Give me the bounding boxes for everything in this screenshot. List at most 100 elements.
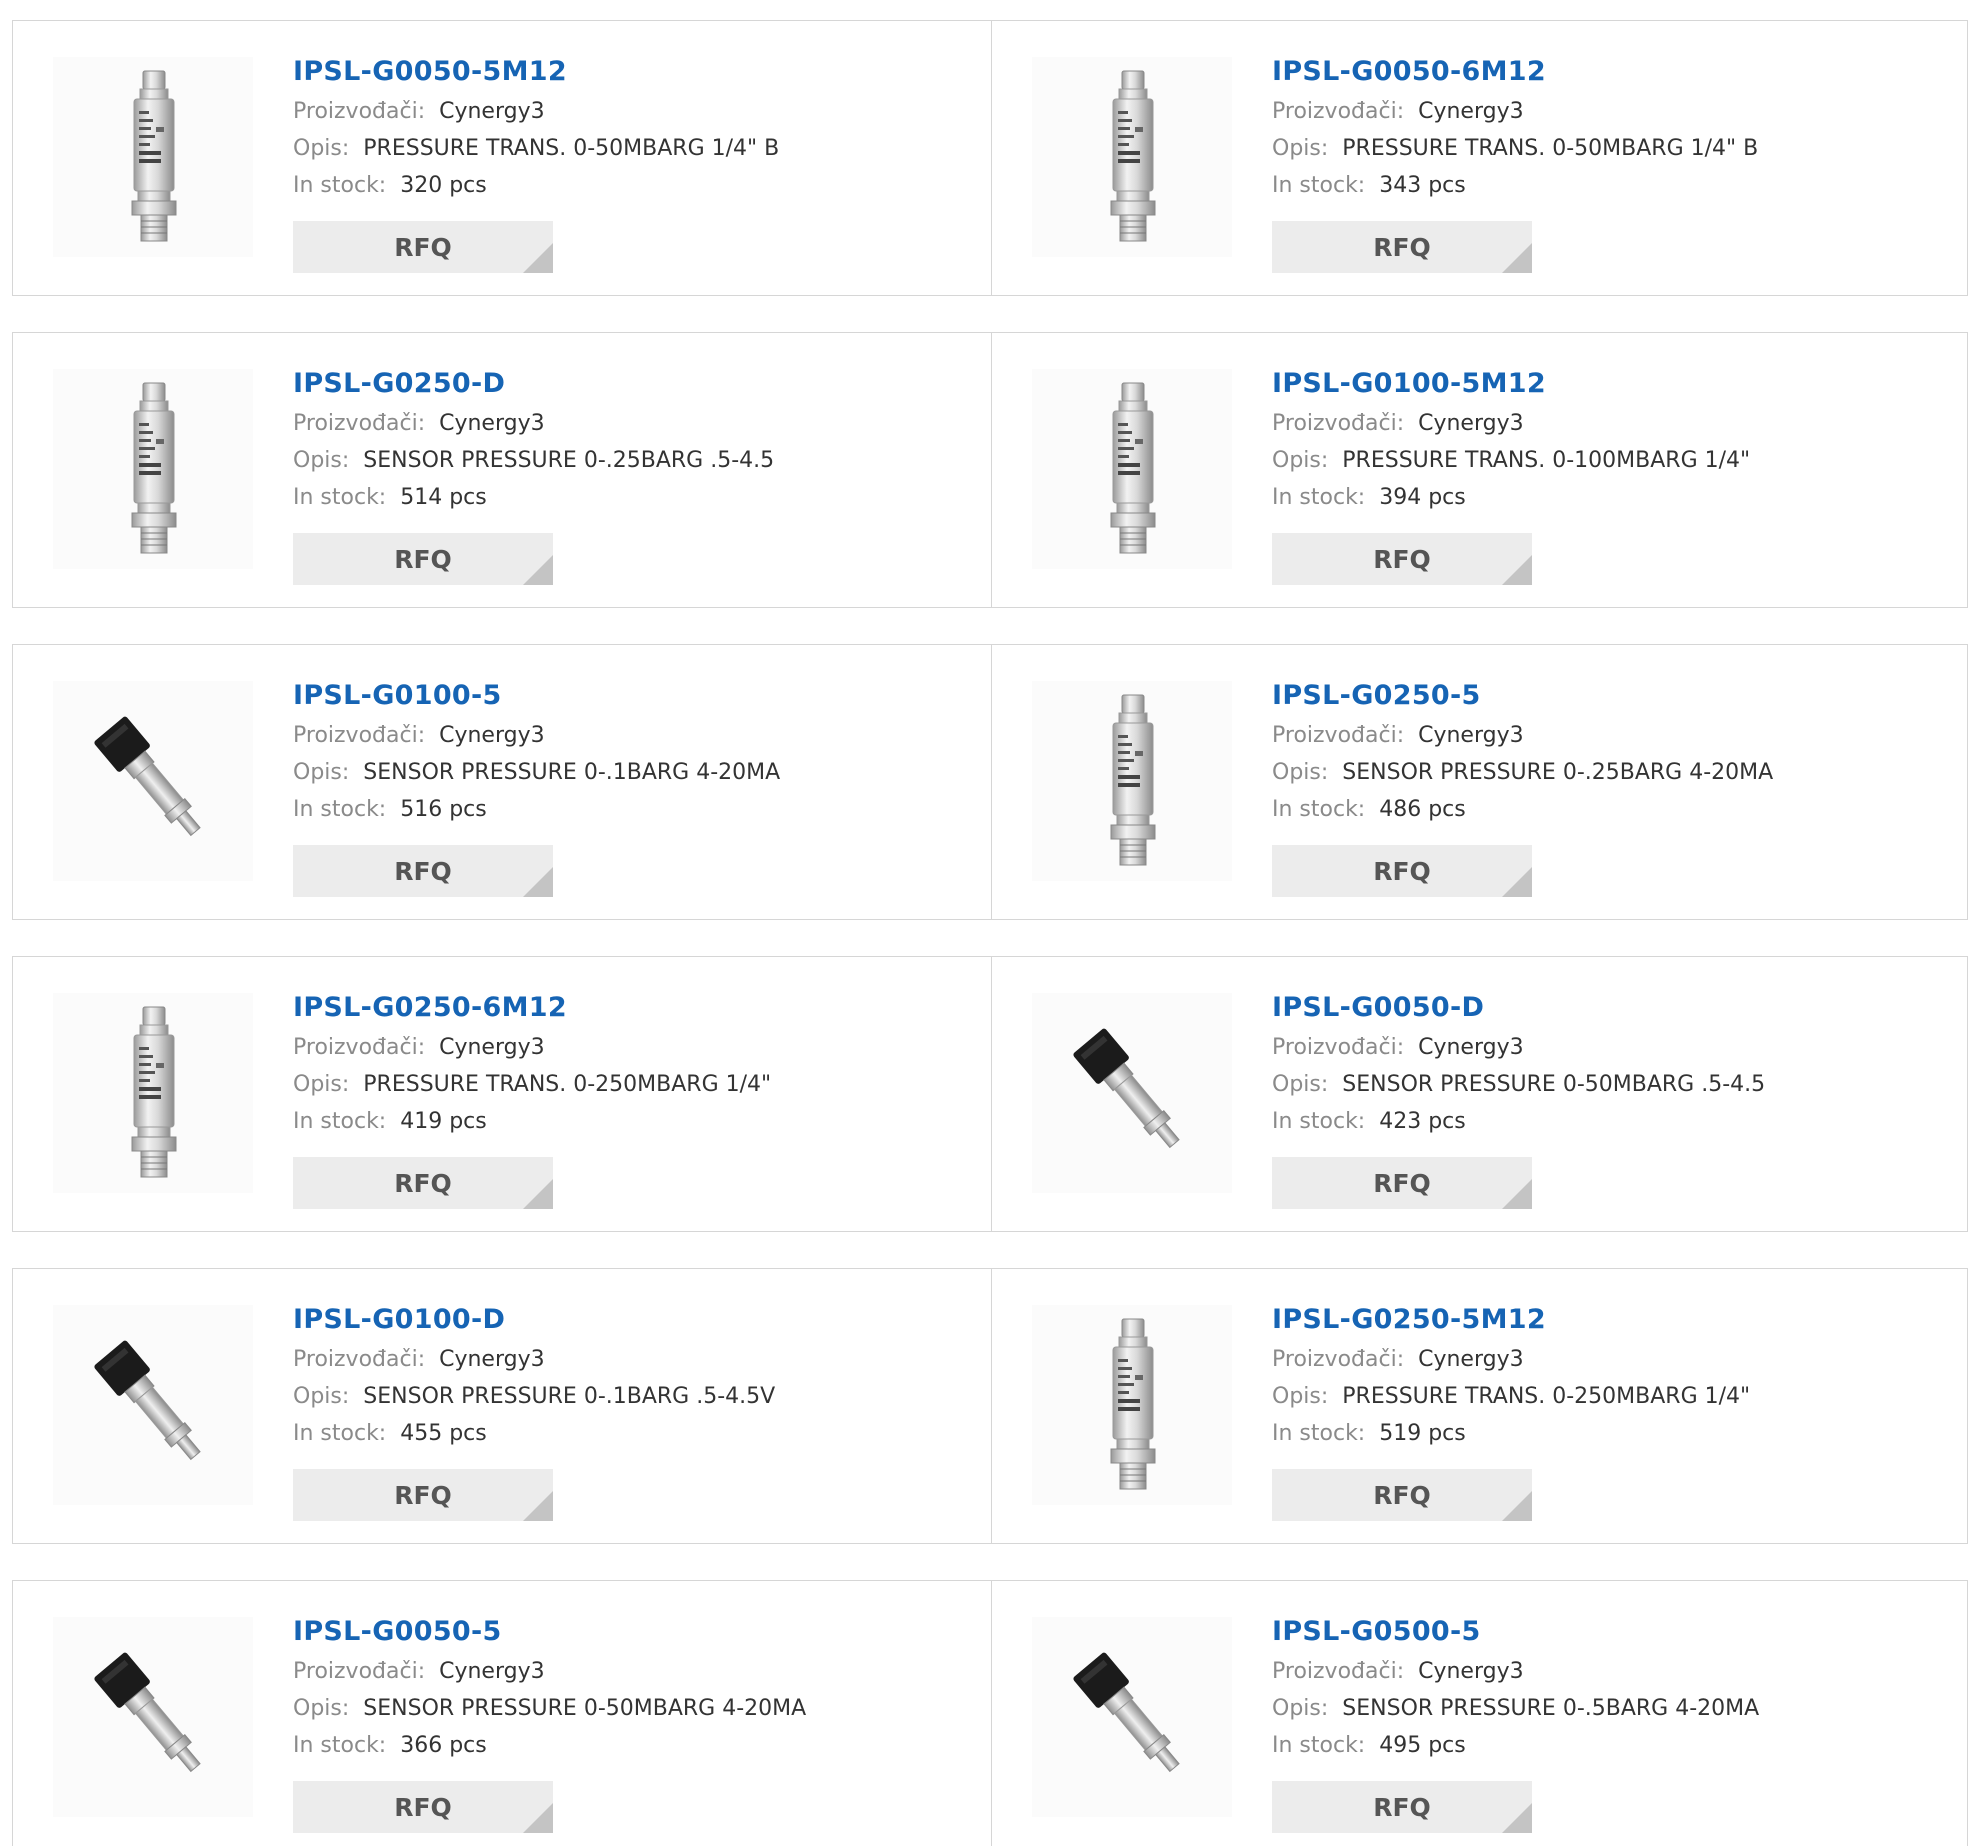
- part-number-link[interactable]: IPSL-G0100-5M12: [1272, 363, 1952, 405]
- description-label: Opis:: [1272, 760, 1329, 785]
- part-number-link[interactable]: IPSL-G0050-5: [293, 1611, 973, 1653]
- rfq-button[interactable]: RFQ: [1272, 533, 1532, 585]
- manufacturer-value: Cynergy3: [1418, 723, 1524, 748]
- manufacturer-row: Proizvođači: Cynergy3: [1272, 1653, 1952, 1690]
- manufacturer-label: Proizvođači:: [293, 723, 426, 748]
- rfq-button[interactable]: RFQ: [293, 1157, 553, 1209]
- product-info: IPSL-G0250-6M12 Proizvođači: Cynergy3 Opi…: [293, 987, 973, 1140]
- rfq-button[interactable]: RFQ: [293, 845, 553, 897]
- part-number-link[interactable]: IPSL-G0500-5: [1272, 1611, 1952, 1653]
- stock-value: 320 pcs: [400, 173, 487, 198]
- manufacturer-label: Proizvođači:: [293, 99, 426, 124]
- manufacturer-label: Proizvođači:: [1272, 723, 1405, 748]
- stock-value: 516 pcs: [400, 797, 487, 822]
- part-number-link[interactable]: IPSL-G0050-D: [1272, 987, 1952, 1029]
- product-image[interactable]: [53, 681, 253, 881]
- manufacturer-label: Proizvođači:: [293, 411, 426, 436]
- rfq-button[interactable]: RFQ: [293, 221, 553, 273]
- stock-row: In stock: 320 pcs: [293, 167, 973, 204]
- description-row: Opis: SENSOR PRESSURE 0-.25BARG .5-4.5: [293, 442, 973, 479]
- description-value: SENSOR PRESSURE 0-50MBARG 4-20MA: [363, 1696, 807, 1721]
- product-image[interactable]: [1032, 681, 1232, 881]
- description-label: Opis:: [293, 1072, 350, 1097]
- product-image[interactable]: [1032, 1617, 1232, 1817]
- description-row: Opis: SENSOR PRESSURE 0-.25BARG 4-20MA: [1272, 754, 1952, 791]
- product-card: IPSL-G0050-6M12 Proizvođači: Cynergy3 Opi…: [991, 21, 1968, 295]
- product-image[interactable]: [1032, 369, 1232, 569]
- description-value: PRESSURE TRANS. 0-50MBARG 1/4" B: [363, 136, 780, 161]
- product-image[interactable]: [53, 57, 253, 257]
- description-label: Opis:: [1272, 1696, 1329, 1721]
- stock-value: 394 pcs: [1379, 485, 1466, 510]
- product-info: IPSL-G0100-D Proizvođači: Cynergy3 Opis: S…: [293, 1299, 973, 1452]
- part-number-link[interactable]: IPSL-G0050-6M12: [1272, 51, 1952, 93]
- product-row: IPSL-G0050-5M12 Proizvođači: Cynergy3 Opi…: [12, 20, 1968, 296]
- product-image[interactable]: [53, 1305, 253, 1505]
- manufacturer-value: Cynergy3: [1418, 1347, 1524, 1372]
- product-image[interactable]: [53, 369, 253, 569]
- rfq-button[interactable]: RFQ: [1272, 845, 1532, 897]
- manufacturer-row: Proizvođači: Cynergy3: [1272, 1029, 1952, 1066]
- part-number-link[interactable]: IPSL-G0250-5M12: [1272, 1299, 1952, 1341]
- product-image[interactable]: [53, 993, 253, 1193]
- rfq-button[interactable]: RFQ: [293, 1469, 553, 1521]
- rfq-button[interactable]: RFQ: [293, 533, 553, 585]
- manufacturer-row: Proizvođači: Cynergy3: [293, 1029, 973, 1066]
- product-row: IPSL-G0100-D Proizvođači: Cynergy3 Opis: S…: [12, 1268, 1968, 1544]
- description-value: SENSOR PRESSURE 0-50MBARG .5-4.5: [1342, 1072, 1766, 1097]
- part-number-link[interactable]: IPSL-G0050-5M12: [293, 51, 973, 93]
- product-row: IPSL-G0100-5 Proizvođači: Cynergy3 Opis: S…: [12, 644, 1968, 920]
- part-number-link[interactable]: IPSL-G0100-D: [293, 1299, 973, 1341]
- product-row: IPSL-G0250-6M12 Proizvođači: Cynergy3 Opi…: [12, 956, 1968, 1232]
- rfq-button[interactable]: RFQ: [1272, 1781, 1532, 1833]
- manufacturer-label: Proizvođači:: [293, 1659, 426, 1684]
- stock-value: 423 pcs: [1379, 1109, 1466, 1134]
- description-row: Opis: PRESSURE TRANS. 0-100MBARG 1/4": [1272, 442, 1952, 479]
- product-image[interactable]: [53, 1617, 253, 1817]
- angled-pressure-sensor-icon: [1073, 1652, 1180, 1773]
- stock-label: In stock:: [293, 1421, 387, 1446]
- product-card: IPSL-G0250-5 Proizvođači: Cynergy3 Opis: S…: [991, 645, 1968, 919]
- product-card: IPSL-G0050-5M12 Proizvođači: Cynergy3 Opi…: [13, 21, 991, 295]
- stock-row: In stock: 419 pcs: [293, 1103, 973, 1140]
- stock-value: 455 pcs: [400, 1421, 487, 1446]
- stock-label: In stock:: [293, 485, 387, 510]
- description-label: Opis:: [293, 760, 350, 785]
- description-value: SENSOR PRESSURE 0-.5BARG 4-20MA: [1342, 1696, 1760, 1721]
- description-value: SENSOR PRESSURE 0-.25BARG 4-20MA: [1342, 760, 1774, 785]
- rfq-button[interactable]: RFQ: [1272, 1469, 1532, 1521]
- product-image[interactable]: [1032, 993, 1232, 1193]
- product-info: IPSL-G0050-5 Proizvođači: Cynergy3 Opis: S…: [293, 1611, 973, 1764]
- manufacturer-label: Proizvođači:: [1272, 411, 1405, 436]
- description-value: SENSOR PRESSURE 0-.1BARG 4-20MA: [363, 760, 781, 785]
- stock-value: 495 pcs: [1379, 1733, 1466, 1758]
- product-card: IPSL-G0050-5 Proizvođači: Cynergy3 Opis: S…: [13, 1581, 991, 1846]
- description-row: Opis: PRESSURE TRANS. 0-250MBARG 1/4": [1272, 1378, 1952, 1415]
- angled-pressure-sensor-icon: [1073, 1028, 1180, 1149]
- part-number-link[interactable]: IPSL-G0250-D: [293, 363, 973, 405]
- manufacturer-value: Cynergy3: [1418, 411, 1524, 436]
- product-image[interactable]: [1032, 1305, 1232, 1505]
- description-value: SENSOR PRESSURE 0-.25BARG .5-4.5: [363, 448, 775, 473]
- description-label: Opis:: [293, 1696, 350, 1721]
- description-row: Opis: SENSOR PRESSURE 0-50MBARG 4-20MA: [293, 1690, 973, 1727]
- part-number-link[interactable]: IPSL-G0100-5: [293, 675, 973, 717]
- manufacturer-label: Proizvođači:: [293, 1347, 426, 1372]
- product-image[interactable]: [1032, 57, 1232, 257]
- stock-row: In stock: 516 pcs: [293, 791, 973, 828]
- rfq-button[interactable]: RFQ: [1272, 221, 1532, 273]
- stock-row: In stock: 394 pcs: [1272, 479, 1952, 516]
- product-info: IPSL-G0500-5 Proizvođači: Cynergy3 Opis: S…: [1272, 1611, 1952, 1764]
- inline-pressure-sensor-icon: [1110, 694, 1156, 866]
- manufacturer-value: Cynergy3: [439, 1035, 545, 1060]
- part-number-link[interactable]: IPSL-G0250-6M12: [293, 987, 973, 1029]
- manufacturer-row: Proizvođači: Cynergy3: [1272, 93, 1952, 130]
- stock-label: In stock:: [1272, 1109, 1366, 1134]
- part-number-link[interactable]: IPSL-G0250-5: [1272, 675, 1952, 717]
- angled-pressure-sensor-icon: [94, 1652, 201, 1773]
- stock-row: In stock: 455 pcs: [293, 1415, 973, 1452]
- rfq-button[interactable]: RFQ: [293, 1781, 553, 1833]
- inline-pressure-sensor-icon: [1110, 1318, 1156, 1490]
- rfq-button[interactable]: RFQ: [1272, 1157, 1532, 1209]
- stock-label: In stock:: [1272, 1733, 1366, 1758]
